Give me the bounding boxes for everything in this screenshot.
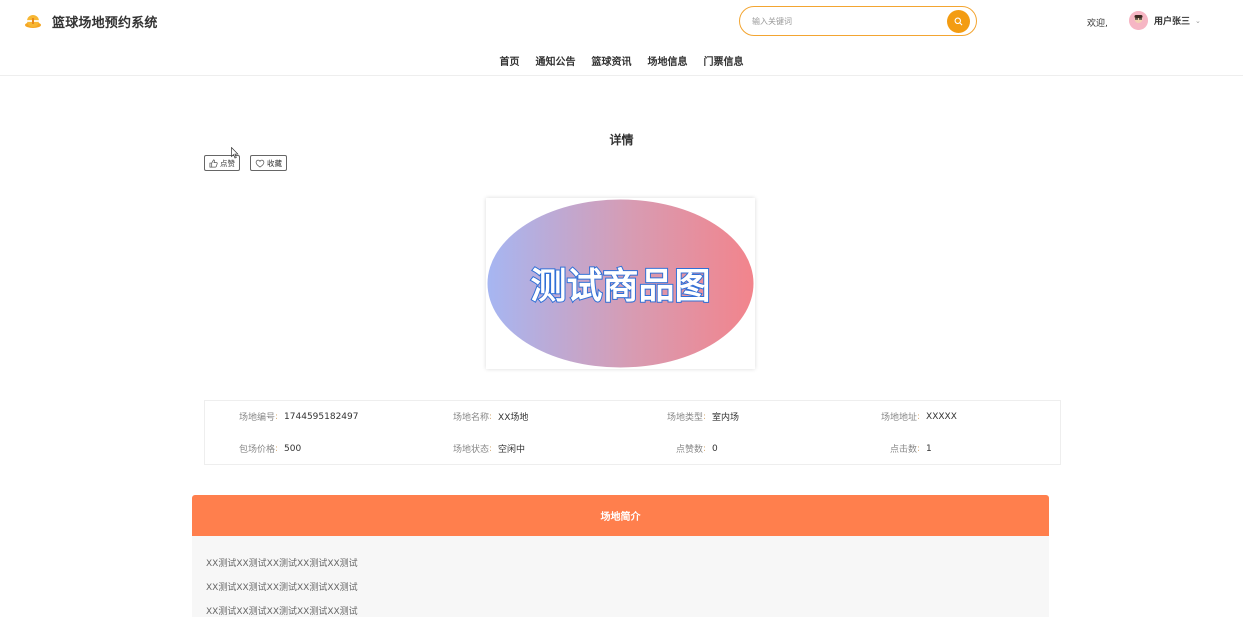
favorite-label: 收藏 [267, 158, 282, 168]
venue-info-panel: 场地编号: 1744595182497 场地名称: XX场地 场地类型: 室内场… [204, 400, 1061, 465]
intro-content: XX测试XX测试XX测试XX测试XX测试 XX测试XX测试XX测试XX测试XX测… [192, 536, 1049, 617]
info-clicks-value: 1 [926, 443, 932, 454]
info-price-label: 包场价格 [238, 445, 275, 455]
intro-header: 场地简介 [192, 495, 1049, 536]
product-image: 测试商品图 [486, 198, 755, 369]
site-title: 篮球场地预约系统 [52, 16, 158, 31]
nav-item-news[interactable]: 篮球资讯 [592, 53, 632, 68]
info-address-label: 场地地址 [880, 413, 917, 423]
info-status-value: 空闲中 [498, 445, 526, 455]
main-nav: 首页 通知公告 篮球资讯 场地信息 门票信息 [0, 53, 1243, 68]
info-price: 包场价格: 500 [205, 442, 302, 456]
top-header: 篮球场地预约系统 欢迎, 用户张三 ⌄ 首页 通知公告 篮球资讯 场地信息 [0, 0, 1243, 76]
info-likes-value: 0 [712, 443, 718, 454]
nav-item-venue[interactable]: 场地信息 [648, 53, 688, 68]
nav-item-ticket[interactable]: 门票信息 [704, 53, 744, 68]
info-name-value: XX场地 [498, 413, 529, 423]
like-label: 点赞 [220, 158, 235, 168]
info-type-label: 场地类型 [666, 413, 703, 423]
nav-item-home[interactable]: 首页 [500, 53, 520, 68]
basketball-logo-icon [25, 14, 41, 28]
info-status-label: 场地状态 [452, 445, 489, 455]
page-title: 详情 [609, 133, 634, 147]
info-clicks-label: 点击数 [889, 445, 917, 455]
info-code: 场地编号: 1744595182497 [205, 410, 359, 424]
info-name-label: 场地名称 [452, 413, 489, 423]
user-menu[interactable]: 用户张三 ⌄ [1129, 11, 1201, 30]
product-image-text: 测试商品图 [530, 266, 710, 307]
chevron-down-icon: ⌄ [1195, 16, 1201, 25]
thumbs-up-icon [209, 159, 218, 167]
info-type: 场地类型: 室内场 [633, 410, 740, 424]
user-avatar-icon [1129, 11, 1148, 30]
info-likes-label: 点赞数 [675, 445, 703, 455]
heart-icon [255, 159, 265, 168]
intro-line: XX测试XX测试XX测试XX测试XX测试 [206, 583, 358, 593]
mouse-cursor-icon [231, 147, 239, 159]
info-type-value: 室内场 [712, 413, 740, 423]
search-input[interactable] [752, 13, 942, 29]
intro-line: XX测试XX测试XX测试XX测试XX测试 [206, 607, 358, 617]
info-code-label: 场地编号 [238, 413, 275, 423]
search-button[interactable] [947, 10, 970, 33]
info-code-value: 1744595182497 [284, 411, 359, 422]
intro-line: XX测试XX测试XX测试XX测试XX测试 [206, 559, 358, 569]
info-address-value: XXXXX [926, 411, 957, 422]
logo[interactable]: 篮球场地预约系统 [24, 12, 158, 31]
info-name: 场地名称: XX场地 [419, 410, 529, 424]
avatar [1129, 11, 1148, 30]
favorite-button[interactable]: 收藏 [250, 155, 287, 171]
welcome-text: 欢迎, [1087, 19, 1108, 29]
info-status: 场地状态: 空闲中 [419, 442, 526, 456]
nav-item-notice[interactable]: 通知公告 [536, 53, 576, 68]
info-clicks: 点击数: 1 [847, 442, 932, 456]
search-icon [954, 17, 963, 26]
info-price-value: 500 [284, 443, 302, 454]
info-address: 场地地址: XXXXX [847, 410, 957, 424]
info-likes: 点赞数: 0 [633, 442, 718, 456]
username: 用户张三 [1154, 17, 1191, 27]
search-box [739, 6, 977, 36]
